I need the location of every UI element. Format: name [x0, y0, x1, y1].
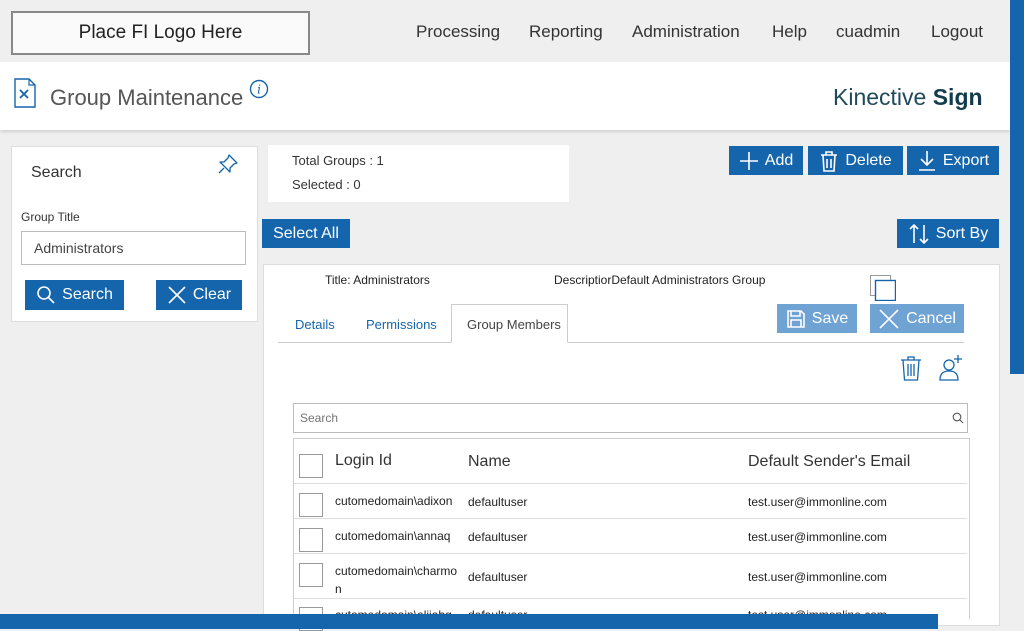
search-panel-title: Search — [31, 164, 82, 181]
group-document-icon — [13, 78, 37, 108]
total-groups-count: Total Groups : 1 — [292, 153, 384, 168]
tab-permissions[interactable]: Permissions — [366, 317, 437, 332]
cell-email: test.user@immonline.com — [748, 570, 887, 584]
row-divider — [294, 518, 967, 519]
nav-logout[interactable]: Logout — [931, 22, 983, 42]
export-button[interactable]: Export — [907, 146, 999, 175]
sort-by-button[interactable]: Sort By — [897, 219, 999, 248]
sort-icon — [909, 223, 929, 244]
search-button[interactable]: Search — [25, 280, 124, 310]
column-header-email[interactable]: Default Sender's Email — [748, 453, 910, 471]
cell-login-id: cutomedomain\annaq — [335, 529, 451, 543]
group-select-checkbox[interactable] — [870, 275, 897, 302]
page-title: Group Maintenance — [50, 85, 244, 110]
search-icon — [952, 411, 964, 424]
group-title-text: Title: Administrators — [325, 273, 430, 287]
footer-bar — [0, 614, 938, 629]
cell-login-id-wrap: n — [335, 582, 342, 596]
cell-email: test.user@immonline.com — [748, 495, 887, 509]
cell-name: defaultuser — [468, 495, 528, 509]
row-checkbox[interactable] — [299, 563, 323, 587]
cell-name: defaultuser — [468, 570, 528, 584]
group-description-text: DescriptiorDefault Administrators Group — [554, 273, 766, 287]
member-search-input[interactable] — [293, 403, 968, 433]
tabs-divider — [278, 342, 964, 343]
cell-login-id: cutomedomain\adixon — [335, 494, 453, 508]
group-title-input[interactable]: Administrators — [21, 231, 246, 265]
pin-icon[interactable] — [216, 152, 240, 176]
cancel-button[interactable]: Cancel — [870, 304, 964, 333]
fi-logo-placeholder: Place FI Logo Here — [11, 11, 310, 55]
nav-reporting[interactable]: Reporting — [529, 22, 603, 42]
cell-login-id: cutomedomain\charmo — [335, 564, 458, 578]
cell-email: test.user@immonline.com — [748, 530, 887, 544]
selected-count: Selected : 0 — [292, 177, 361, 192]
svg-text:i: i — [257, 83, 261, 97]
save-button[interactable]: Save — [777, 304, 857, 333]
close-icon — [879, 308, 899, 329]
vertical-scrollbar[interactable] — [1010, 0, 1024, 374]
nav-help[interactable]: Help — [772, 22, 807, 42]
plus-icon — [739, 151, 758, 170]
save-icon — [786, 309, 805, 328]
search-icon — [37, 286, 55, 304]
row-divider — [294, 483, 967, 484]
nav-administration[interactable]: Administration — [632, 22, 740, 42]
close-icon — [168, 286, 186, 304]
select-all-members-checkbox[interactable] — [299, 454, 323, 478]
tab-details[interactable]: Details — [295, 317, 335, 332]
tab-group-members-label: Group Members — [467, 317, 561, 332]
trash-icon — [821, 150, 838, 172]
brand-logo: Kinective Sign — [833, 84, 983, 110]
clear-button[interactable]: Clear — [156, 280, 242, 310]
add-member-icon[interactable] — [938, 354, 964, 382]
add-button[interactable]: Add — [729, 146, 803, 175]
group-title-label: Group Title — [21, 210, 80, 224]
row-checkbox[interactable] — [299, 528, 323, 552]
select-all-button[interactable]: Select All — [262, 219, 350, 248]
delete-button[interactable]: Delete — [808, 146, 903, 175]
download-icon — [918, 150, 935, 171]
row-divider — [294, 553, 967, 554]
nav-user-menu[interactable]: cuadmin — [836, 22, 900, 42]
column-header-login-id[interactable]: Login Id — [335, 452, 392, 470]
remove-member-trash-icon[interactable] — [899, 355, 923, 381]
column-header-name[interactable]: Name — [468, 453, 511, 471]
nav-processing[interactable]: Processing — [416, 22, 500, 42]
cell-name: defaultuser — [468, 530, 528, 544]
row-checkbox[interactable] — [299, 493, 323, 517]
info-icon[interactable]: i — [249, 79, 269, 99]
row-divider — [294, 598, 967, 599]
